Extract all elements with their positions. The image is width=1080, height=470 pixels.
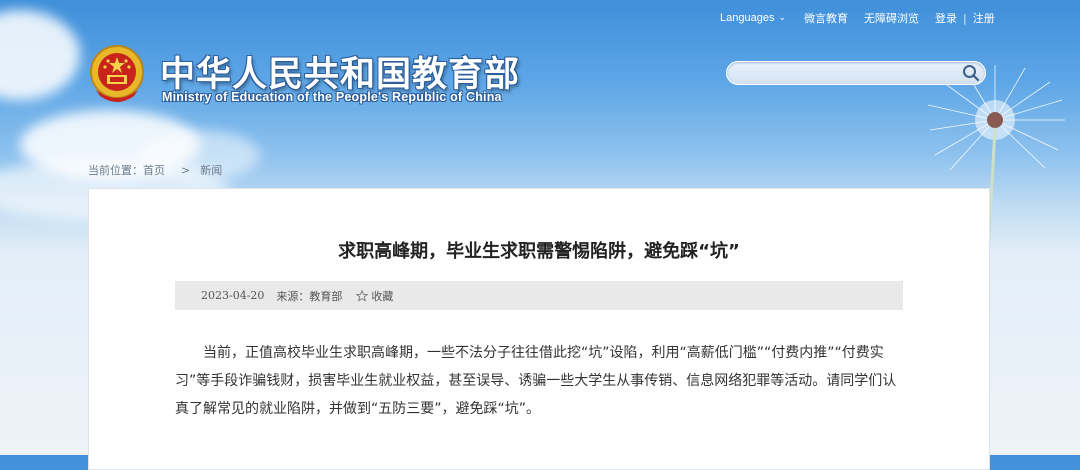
article-paragraph: 当前，正值高校毕业生求职高峰期，一些不法分子往往借此挖“坑”设陷，利用“高薪低门… <box>175 345 897 417</box>
search-input[interactable] <box>737 64 961 84</box>
breadcrumb-current[interactable]: 新闻 <box>200 164 222 177</box>
article-title: 求职高峰期，毕业生求职需警惕陷阱，避免踩“坑” <box>338 241 740 262</box>
breadcrumb: 当前位置：首页 > 新闻 <box>88 162 228 178</box>
article-source: 来源：教育部 <box>276 289 343 303</box>
national-emblem-icon[interactable] <box>88 44 146 106</box>
breadcrumb-arrow: > <box>181 164 191 177</box>
breadcrumb-home-link[interactable]: 首页 <box>143 164 165 177</box>
register-link[interactable]: 注册 <box>973 10 995 26</box>
site-title-en[interactable]: Ministry of Education of the People's Re… <box>162 90 502 104</box>
article-card: 求职高峰期，毕业生求职需警惕陷阱，避免踩“坑” 2023-04-20 来源：教育… <box>88 188 990 470</box>
article-meta-bar: 2023-04-20 来源：教育部 收藏 <box>175 281 903 310</box>
nav-separator: | <box>963 11 967 25</box>
favorite-label: 收藏 <box>371 289 394 303</box>
article-date: 2023-04-20 <box>201 289 265 302</box>
search-box <box>726 61 986 85</box>
breadcrumb-label: 当前位置： <box>88 164 143 177</box>
login-link[interactable]: 登录 <box>935 10 957 26</box>
languages-menu[interactable]: Languages <box>720 12 774 24</box>
favorite-button[interactable]: 收藏 <box>356 288 393 304</box>
top-navigation: Languages ⌄ 微言教育 无障碍浏览 登录 | 注册 <box>720 10 995 26</box>
wechat-link[interactable]: 微言教育 <box>804 10 848 26</box>
accessible-browsing-link[interactable]: 无障碍浏览 <box>864 10 919 26</box>
chevron-down-icon[interactable]: ⌄ <box>778 13 786 23</box>
star-icon <box>356 289 369 302</box>
search-icon[interactable] <box>961 63 981 83</box>
